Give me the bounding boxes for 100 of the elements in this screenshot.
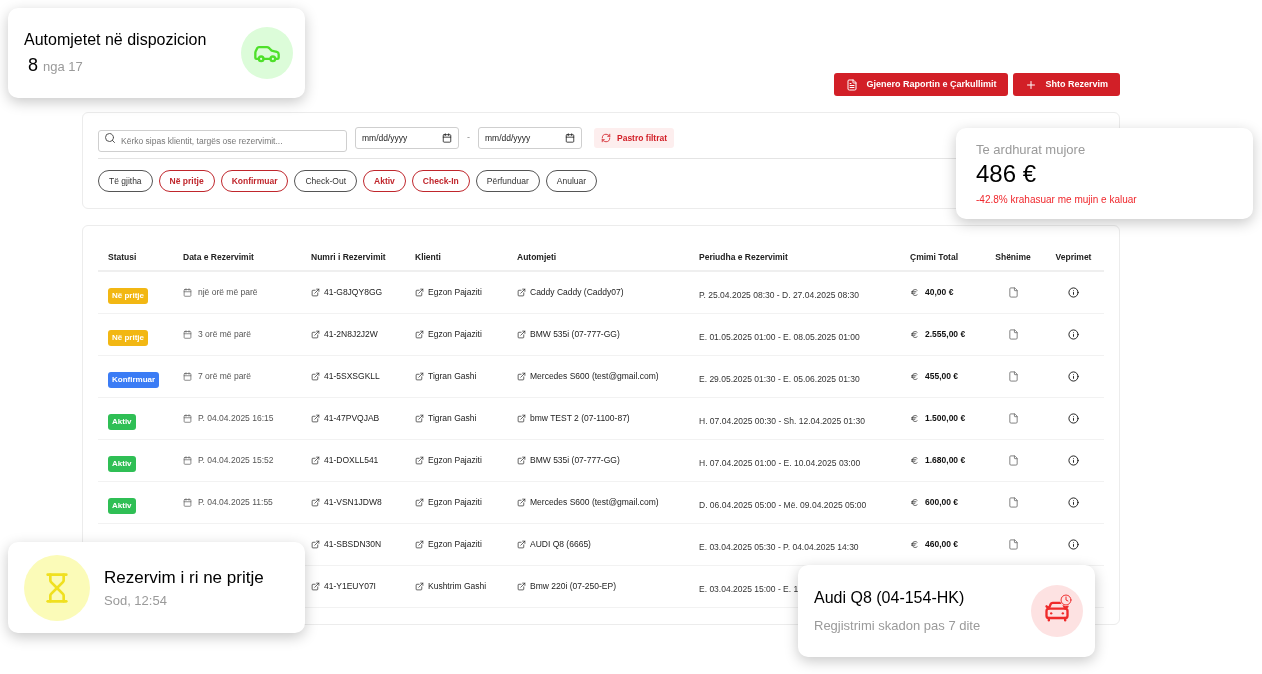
table-cell: H. 07.04.2025 00:30 - Sh. 12.04.2025 01:30	[699, 415, 865, 426]
table-cell: 41-5SXSGKLL	[324, 370, 380, 383]
column-header: Periudha e Rezervimit	[698, 250, 789, 264]
date-field[interactable]: mm/dd/yyyy	[355, 127, 459, 149]
table-cell: P. 04.04.2025 11:55	[198, 496, 273, 509]
table-cell: BMW 535i (07-777-GG)	[530, 328, 620, 341]
card-title: Te ardhurat mujore	[976, 141, 1086, 160]
edit-icon	[415, 582, 424, 591]
header-button[interactable]: Gjenero Raportin e Çarkullimit	[834, 73, 1009, 96]
edit-icon	[415, 288, 424, 297]
note-icon[interactable]	[1007, 329, 1019, 340]
table-cell: Mercedes S600 (test@gmail.com)	[530, 370, 659, 383]
info-icon[interactable]	[1068, 371, 1079, 382]
plus-icon	[1025, 78, 1038, 91]
note-icon[interactable]	[1007, 413, 1019, 424]
clear-filters-button[interactable]: Pastro filtrat	[594, 128, 675, 148]
column-header: Veprimet	[1055, 250, 1092, 264]
calendar-icon	[183, 498, 192, 507]
note-icon[interactable]	[1007, 455, 1019, 466]
table-cell: 41-2N8J2J2W	[324, 328, 378, 341]
table-cell: 460,00 €	[925, 538, 959, 551]
card-title: Audi Q8 (04-154-HK)	[814, 588, 966, 609]
status-badge: Aktiv	[108, 497, 136, 514]
car-clock-icon	[1031, 585, 1083, 637]
table-cell: 40,00 €	[925, 286, 954, 299]
table-cell: 2.555,00 €	[925, 328, 966, 341]
status-badge: Aktiv	[108, 455, 136, 472]
table-cell: 600,00 €	[925, 496, 959, 509]
table-cell: një orë më parë	[198, 286, 258, 299]
euro-icon	[910, 498, 919, 507]
status-badge: Aktiv	[108, 413, 136, 430]
status-badge: Konfirmuar	[108, 371, 160, 388]
edit-icon	[311, 498, 320, 507]
info-icon[interactable]	[1068, 329, 1079, 340]
calendar-icon	[183, 330, 192, 339]
document-icon	[846, 78, 859, 91]
table-cell: P. 04.04.2025 16:15	[198, 412, 274, 425]
card-subtitle: nga 17	[43, 57, 83, 76]
date-field[interactable]: mm/dd/yyyy	[478, 127, 582, 149]
euro-icon	[910, 456, 919, 465]
edit-icon	[311, 582, 320, 591]
card-title: Automjetet në dispozicion	[24, 29, 207, 50]
edit-icon	[311, 330, 320, 339]
table-cell: Tigran Gashi	[428, 370, 477, 383]
table-cell: E. 01.05.2025 01:00 - E. 08.05.2025 01:00	[699, 331, 860, 342]
card-title: Rezervim i ri ne pritje	[104, 567, 264, 589]
table-cell: bmw TEST 2 (07-1100-87)	[530, 412, 630, 425]
table-cell: Bmw 220i (07-250-EP)	[530, 580, 616, 593]
edit-icon	[517, 498, 526, 507]
euro-icon	[910, 414, 919, 423]
column-header: Data e Rezervimit	[182, 250, 255, 264]
column-header: Klienti	[414, 250, 442, 264]
table-cell: Egzon Pajaziti	[428, 328, 482, 341]
info-icon[interactable]	[1068, 497, 1079, 508]
edit-icon	[517, 288, 526, 297]
header-button[interactable]: Shto Rezervim	[1013, 73, 1120, 96]
edit-icon	[311, 372, 320, 381]
status-badge: Në pritje	[108, 287, 148, 304]
table-cell: Tigran Gashi	[428, 412, 477, 425]
edit-icon	[311, 288, 320, 297]
table-cell: E. 03.04.2025 05:30 - P. 04.04.2025 14:30	[699, 541, 859, 552]
note-icon[interactable]	[1007, 539, 1019, 550]
table-cell: Kushtrim Gashi	[428, 580, 487, 593]
note-icon[interactable]	[1007, 287, 1019, 298]
table-cell: Egzon Pajaziti	[428, 286, 482, 299]
table-cell: E. 29.05.2025 01:30 - E. 05.06.2025 01:30	[699, 373, 860, 384]
table-cell: 41-Y1EUY07I	[324, 580, 376, 593]
info-icon[interactable]	[1068, 539, 1079, 550]
edit-icon	[517, 540, 526, 549]
calendar-icon	[565, 133, 575, 143]
edit-icon	[311, 540, 320, 549]
table-cell: 41-47PVQJAB	[324, 412, 380, 425]
column-header: Shënime	[995, 250, 1031, 264]
edit-icon	[311, 414, 320, 423]
column-header: Numri i Rezervimit	[310, 250, 387, 264]
table-cell: 41-DOXLL541	[324, 454, 379, 467]
info-icon[interactable]	[1068, 287, 1079, 298]
calendar-icon	[183, 288, 192, 297]
table-cell: 1.680,00 €	[925, 454, 966, 467]
calendar-icon	[442, 133, 452, 143]
edit-icon	[415, 498, 424, 507]
card-value: 486 €	[976, 159, 1037, 188]
table-cell: E. 03.04.2025 15:00 - E. 1	[699, 583, 799, 594]
info-icon[interactable]	[1068, 455, 1079, 466]
euro-icon	[910, 288, 919, 297]
note-icon[interactable]	[1007, 371, 1019, 382]
table-cell: Mercedes S600 (test@gmail.com)	[530, 496, 659, 509]
edit-icon	[517, 456, 526, 465]
edit-icon	[517, 582, 526, 591]
euro-icon	[910, 372, 919, 381]
table-cell: Egzon Pajaziti	[428, 496, 482, 509]
info-icon[interactable]	[1068, 413, 1079, 424]
date-separator: -	[467, 131, 470, 145]
search-field[interactable]: Kërko sipas klientit, targës ose rezervimit...	[98, 130, 347, 152]
note-icon[interactable]	[1007, 497, 1019, 508]
table-cell: Egzon Pajaziti	[428, 538, 482, 551]
table-cell: P. 25.04.2025 08:30 - D. 27.04.2025 08:30	[699, 289, 860, 300]
car-icon	[241, 27, 293, 79]
edit-icon	[415, 330, 424, 339]
table-cell: 1.500,00 €	[925, 412, 966, 425]
